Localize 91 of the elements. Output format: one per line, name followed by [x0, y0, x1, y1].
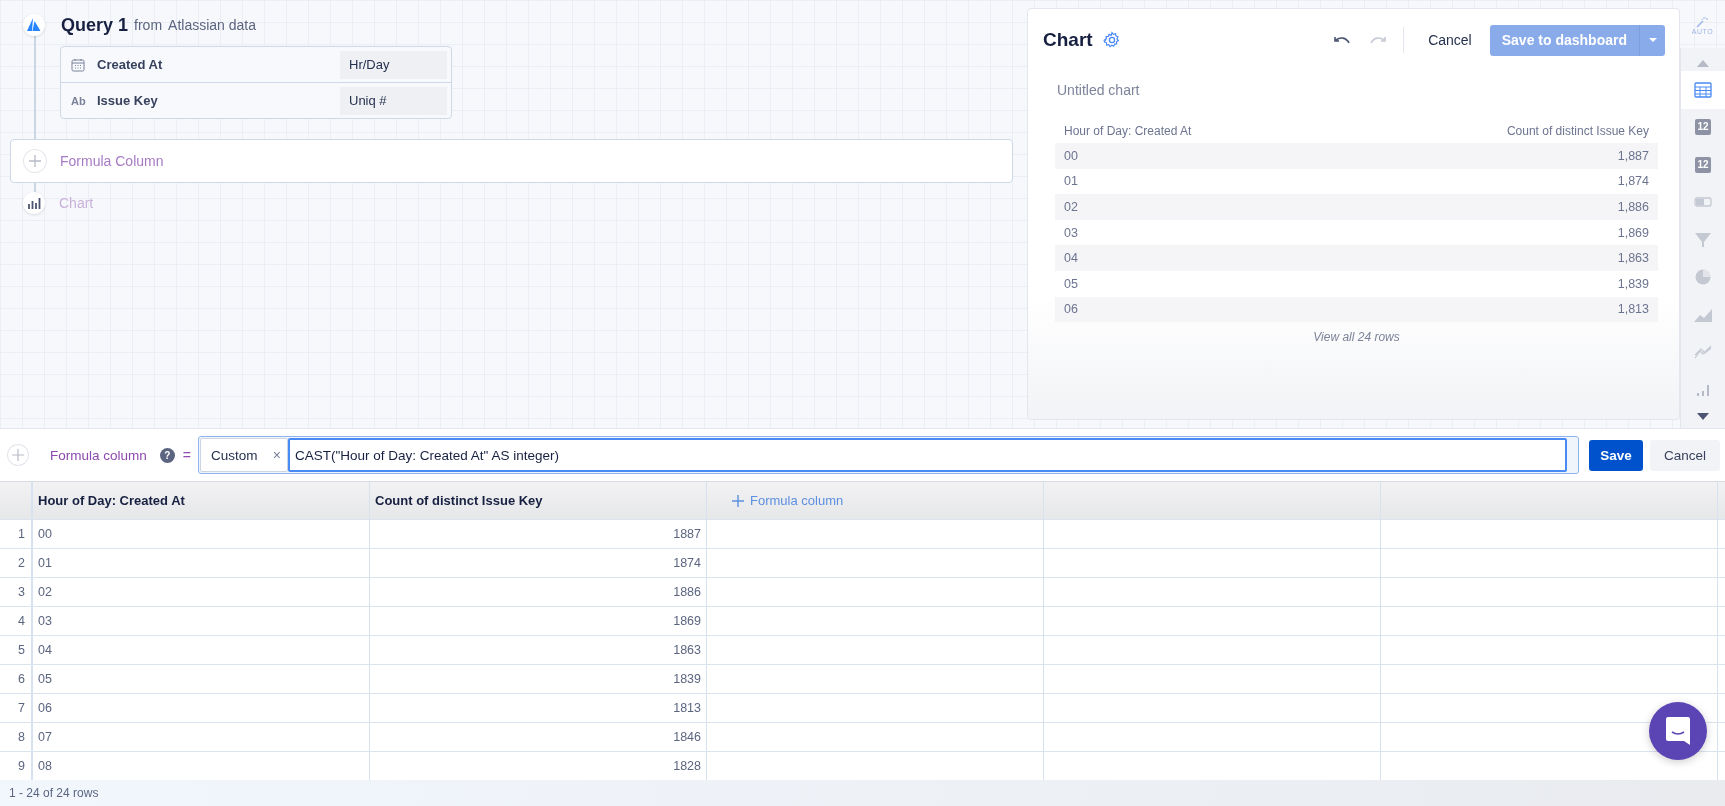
help-icon[interactable]: ? [159, 447, 175, 463]
save-button[interactable]: Save [1588, 439, 1643, 471]
formula-label: Formula column [50, 447, 147, 463]
row-number: 1 [0, 520, 33, 548]
pie-chart-icon [1695, 269, 1711, 286]
row-count: 1 - 24 of 24 rows [9, 786, 99, 800]
table-cell: 1,887 [1617, 148, 1649, 163]
chat-bubble-icon [1664, 716, 1692, 746]
scroll-up-icon[interactable] [1697, 60, 1709, 67]
number-icon: 12 [1695, 119, 1711, 136]
table-cell: 00 [1064, 148, 1078, 163]
bar-chart-icon [1695, 383, 1711, 396]
table-cell: 1,869 [1617, 225, 1649, 240]
panel-title: Chart [1043, 29, 1093, 51]
field-name[interactable]: Created At [97, 57, 340, 72]
settings-icon[interactable] [1102, 31, 1121, 49]
table-cell: 03 [1064, 225, 1078, 240]
atlassian-logo-icon [23, 14, 45, 36]
table-cell: 05 [33, 665, 370, 693]
row-number: 8 [0, 723, 33, 751]
table-cell: 1846 [370, 723, 707, 751]
trend-number-icon: 12 [1695, 156, 1711, 173]
table-icon [1694, 81, 1712, 98]
formula-input[interactable]: CAST("Hour of Day: Created At" AS integer) [287, 438, 1567, 472]
bar-chart-icon [23, 192, 45, 214]
undo-icon[interactable] [1333, 34, 1352, 46]
formula-type-select[interactable]: Custom × [199, 438, 288, 472]
aggregation-select[interactable]: Uniq # [340, 86, 447, 115]
table-cell: 02 [33, 578, 370, 606]
column-header[interactable]: Count of distinct Issue Key [370, 482, 707, 519]
table-cell: 1,874 [1617, 174, 1649, 189]
aggregation-select[interactable]: Hr/Day [340, 50, 447, 79]
source-prefix: from [134, 17, 163, 33]
query-title: Query 1 [61, 14, 129, 36]
table-cell: 1887 [370, 520, 707, 548]
cancel-button[interactable]: Cancel [1649, 439, 1720, 471]
column-header[interactable]: Hour of Day: Created At [33, 482, 370, 519]
field-name[interactable]: Issue Key [97, 93, 340, 108]
table-cell: 1874 [370, 549, 707, 577]
dropdown-button[interactable] [1639, 24, 1665, 56]
table-cell: 1886 [370, 578, 707, 606]
row-number: 2 [0, 549, 33, 577]
chart-title[interactable]: Untitled chart [1057, 82, 1140, 98]
row-number: 3 [0, 578, 33, 606]
scroll-down-icon[interactable] [1697, 412, 1709, 420]
row-number: 7 [0, 694, 33, 722]
chart-type-option[interactable] [1681, 71, 1725, 109]
table-cell: 01 [33, 549, 370, 577]
source-name[interactable]: Atlassian data [168, 17, 256, 33]
table-cell: 06 [1064, 302, 1078, 317]
progress-bar-icon [1694, 197, 1712, 208]
table-cell: 1863 [370, 636, 707, 664]
table-cell: 05 [1064, 276, 1078, 291]
chat-button[interactable] [1649, 702, 1707, 760]
column-header: Count of distinct Issue Key [1506, 124, 1649, 138]
table-cell: 1,839 [1617, 276, 1649, 291]
row-number: 6 [0, 665, 33, 693]
table-cell: 01 [1064, 174, 1078, 189]
table-cell: 04 [33, 636, 370, 664]
table-cell: 03 [33, 607, 370, 635]
row-number: 5 [0, 636, 33, 664]
table-cell: 1,813 [1617, 302, 1649, 317]
table-cell: 02 [1064, 200, 1078, 214]
redo-icon[interactable] [1369, 34, 1388, 46]
row-number: 4 [0, 607, 33, 635]
table-cell: 04 [1064, 251, 1078, 266]
plus-icon [24, 150, 46, 172]
plus-icon [732, 494, 744, 507]
area-chart-icon [1694, 307, 1712, 322]
funnel-icon [1695, 231, 1711, 248]
chart-type-option[interactable]: 12 [1681, 146, 1725, 184]
table-cell: 1839 [370, 665, 707, 693]
table-cell: 06 [33, 694, 370, 722]
table-cell: 1,886 [1617, 200, 1649, 214]
clear-icon[interactable]: × [272, 447, 281, 463]
formula-step[interactable]: Formula Column [10, 139, 1013, 183]
calendar-icon [71, 57, 85, 72]
table-cell: 1869 [370, 607, 707, 635]
chart-type-option[interactable]: 12 [1681, 108, 1725, 146]
column-header: Hour of Day: Created At [1064, 124, 1192, 138]
table-cell: 1,863 [1617, 251, 1649, 266]
table-cell: 07 [33, 723, 370, 751]
caret-icon [1647, 37, 1658, 43]
magic-wand-icon [1696, 16, 1709, 28]
line-chart-icon [1694, 345, 1712, 360]
view-all-link[interactable]: View all 24 rows [1313, 330, 1400, 345]
table-cell: 1813 [370, 694, 707, 722]
cancel-button[interactable]: Cancel [1420, 32, 1480, 48]
table-cell: 00 [33, 520, 370, 548]
text-type-label: Ab [71, 94, 86, 107]
equals-sign: = [182, 447, 191, 463]
